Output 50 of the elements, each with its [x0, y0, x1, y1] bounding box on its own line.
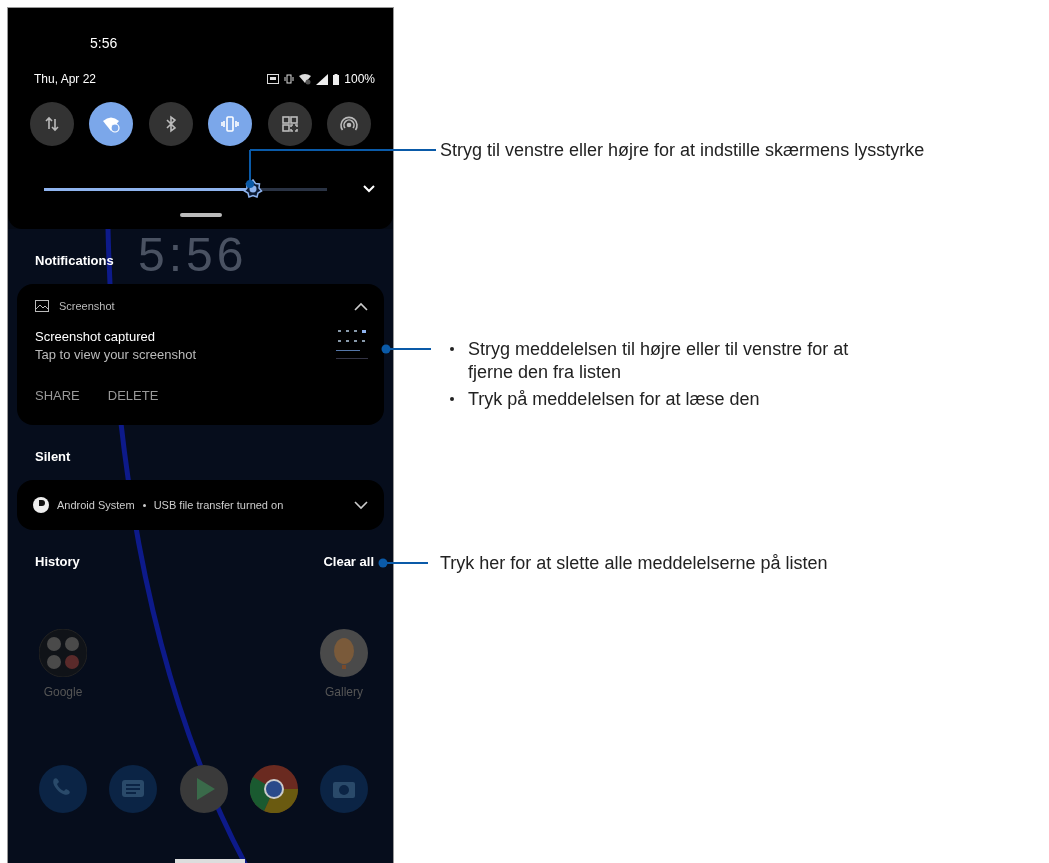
chevron-icon[interactable] [354, 301, 368, 311]
android-system-icon [33, 497, 49, 513]
balloon-icon[interactable] [320, 629, 368, 677]
notification-text: Tap to view your screenshot [35, 346, 197, 362]
browser-icon[interactable] [249, 765, 298, 813]
hotspot-tile[interactable] [326, 102, 371, 146]
section-heading: History [35, 554, 80, 569]
signal-icon [316, 73, 329, 85]
notification-title: Screenshot captured [35, 328, 156, 344]
qr-code-icon [279, 114, 300, 134]
status-date: Thu, Apr 22 [34, 72, 97, 86]
notification-text: USB file transfer turned on [153, 499, 284, 511]
separator-dot [142, 503, 146, 507]
auto-icon [267, 74, 280, 84]
notification-card[interactable]: Android System USB file transfer turned on [17, 480, 384, 530]
notification-card[interactable]: Screenshot Screenshot captured Tap to view your screenshot SHARE DELETE [17, 284, 384, 425]
notification-action[interactable]: SHARE [35, 388, 80, 403]
vibrate-tile[interactable] [208, 102, 253, 146]
chevron-icon[interactable] [354, 500, 368, 510]
notification-action[interactable]: DELETE [107, 388, 159, 403]
app-name: Android System [57, 499, 135, 511]
screenshot-thumbnail-drawing [336, 328, 368, 362]
battery-percent: 100% [344, 72, 375, 86]
drag-handle[interactable] [179, 213, 222, 217]
leader-line [381, 344, 431, 354]
image-icon [35, 300, 49, 312]
callout-text: Tryk her for at slette alle meddelelserne på listen [440, 552, 828, 574]
wallpaper-clock: 5:56 [138, 231, 248, 279]
navigation-handle[interactable] [175, 859, 245, 863]
app-label: Google [43, 685, 83, 699]
callout-text: Tryk på meddelelsen for at læse den [468, 388, 760, 411]
battery-icon [333, 73, 340, 85]
status-time: 5:56 [90, 35, 119, 53]
app-label: Gallery [325, 685, 363, 699]
callout-text: Stryg til venstre eller højre for at indstille skærmens lysstyrke [440, 139, 925, 161]
section-heading: Silent [35, 449, 72, 464]
bullet-icon [450, 347, 454, 351]
section-heading: Notifications [35, 253, 115, 268]
bullet-icon [450, 397, 454, 401]
bluetooth-tile[interactable] [148, 102, 193, 146]
app-name: Screenshot [59, 300, 115, 312]
callout-text: Stryg meddelelsen til højre eller til venstre for at fjerne den fra listen [468, 338, 850, 384]
play-icon[interactable] [179, 765, 228, 813]
wifi-tile[interactable] [89, 102, 134, 146]
leader-line [378, 558, 428, 568]
wifi-off-icon [299, 73, 312, 85]
chevron-down-icon[interactable] [363, 185, 375, 193]
data-tile[interactable] [30, 102, 74, 146]
qr-tile[interactable] [267, 102, 312, 146]
clear-all-link[interactable]: Clear all [323, 554, 374, 569]
